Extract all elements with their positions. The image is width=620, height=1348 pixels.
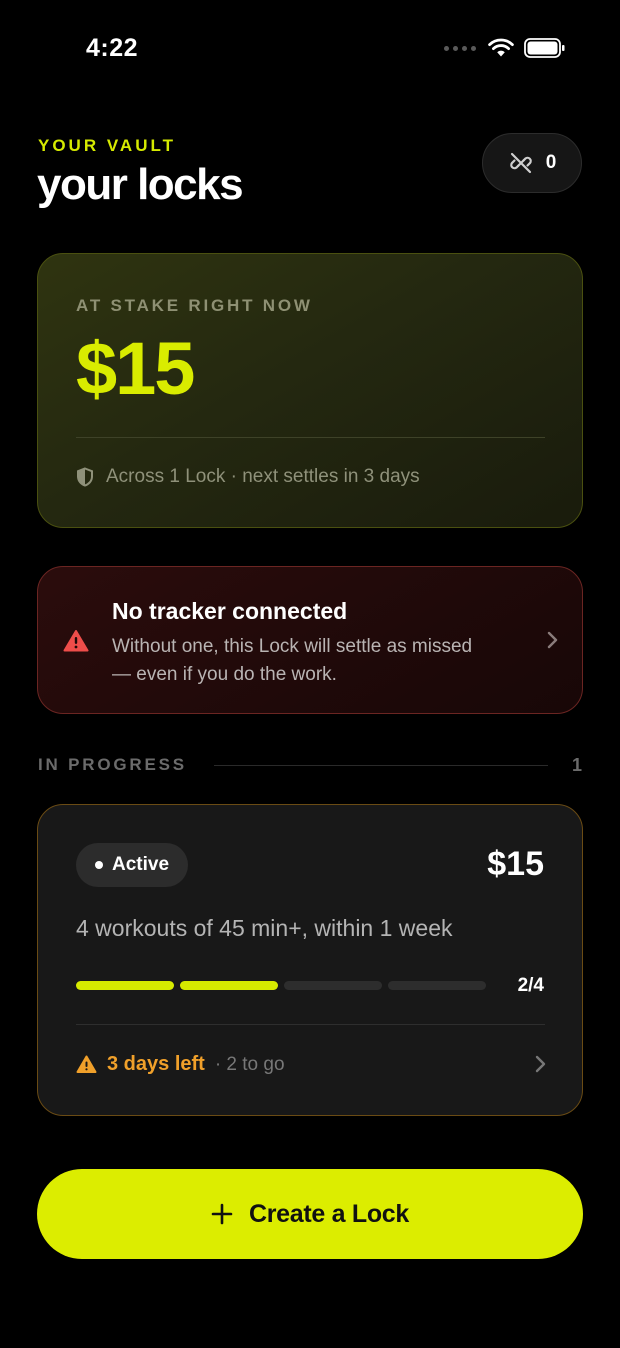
progress-segment xyxy=(388,981,486,990)
stake-label: AT STAKE RIGHT NOW xyxy=(76,296,313,315)
no-tracker-alert[interactable]: No tracker connected Without one, this L… xyxy=(37,566,583,714)
progress-count: 2/4 xyxy=(517,975,544,996)
vault-screen: 4:22 YOUR VAULT your locks 0 AT STAKE RI… xyxy=(0,0,620,1348)
progress-segment xyxy=(180,981,278,990)
lock-goal: 4 workouts of 45 min+, within 1 week xyxy=(76,915,453,941)
status-bar: 4:22 xyxy=(0,0,620,100)
lock-footer: 3 days left · 2 to go xyxy=(76,1053,285,1076)
status-icons xyxy=(444,38,566,58)
stake-footer: Across 1 Lock · next settles in 3 days xyxy=(76,466,420,488)
chevron-right-icon xyxy=(547,631,558,649)
alert-body: Without one, this Lock will settle as mi… xyxy=(112,636,473,685)
create-lock-button[interactable]: Create a Lock xyxy=(37,1169,583,1259)
status-time: 4:22 xyxy=(86,34,139,62)
lock-amount: $15 xyxy=(487,845,544,883)
status-label: Active xyxy=(111,854,170,875)
lock-divider xyxy=(76,1024,545,1025)
vault-eyebrow: YOUR VAULT xyxy=(38,136,176,155)
tracker-connections-button[interactable]: 0 xyxy=(482,133,582,193)
shield-icon xyxy=(77,467,93,487)
stake-footer-text: Across 1 Lock · next settles in 3 days xyxy=(106,466,420,487)
status-dot-icon xyxy=(94,861,103,869)
broken-link-icon xyxy=(509,152,532,174)
remaining-text: · 2 to go xyxy=(214,1053,285,1075)
alert-title: No tracker connected xyxy=(112,598,348,624)
stake-summary-card: AT STAKE RIGHT NOW $15 Across 1 Lock · n… xyxy=(37,253,583,528)
chevron-right-icon xyxy=(535,1055,546,1073)
stake-divider xyxy=(76,437,545,438)
deadline-text: 3 days left xyxy=(107,1053,205,1075)
battery-icon xyxy=(524,38,565,58)
page-title: your locks xyxy=(37,160,244,209)
plus-icon xyxy=(211,1203,233,1225)
wifi-icon xyxy=(488,38,514,57)
status-badge: Active xyxy=(76,843,188,887)
lock-card[interactable]: Active $15 4 workouts of 45 min+, within… xyxy=(37,804,583,1116)
connections-count: 0 xyxy=(545,152,557,173)
progress-bar xyxy=(76,981,486,990)
warning-icon xyxy=(63,630,89,652)
progress-segment xyxy=(284,981,382,990)
section-label: IN PROGRESS xyxy=(38,755,187,774)
progress-segment xyxy=(76,981,174,990)
warning-icon xyxy=(76,1055,97,1073)
stake-amount: $15 xyxy=(76,327,195,410)
signal-dots-icon xyxy=(444,45,476,51)
section-count: 1 xyxy=(571,755,582,775)
create-lock-label: Create a Lock xyxy=(248,1199,410,1228)
section-divider xyxy=(214,765,548,766)
